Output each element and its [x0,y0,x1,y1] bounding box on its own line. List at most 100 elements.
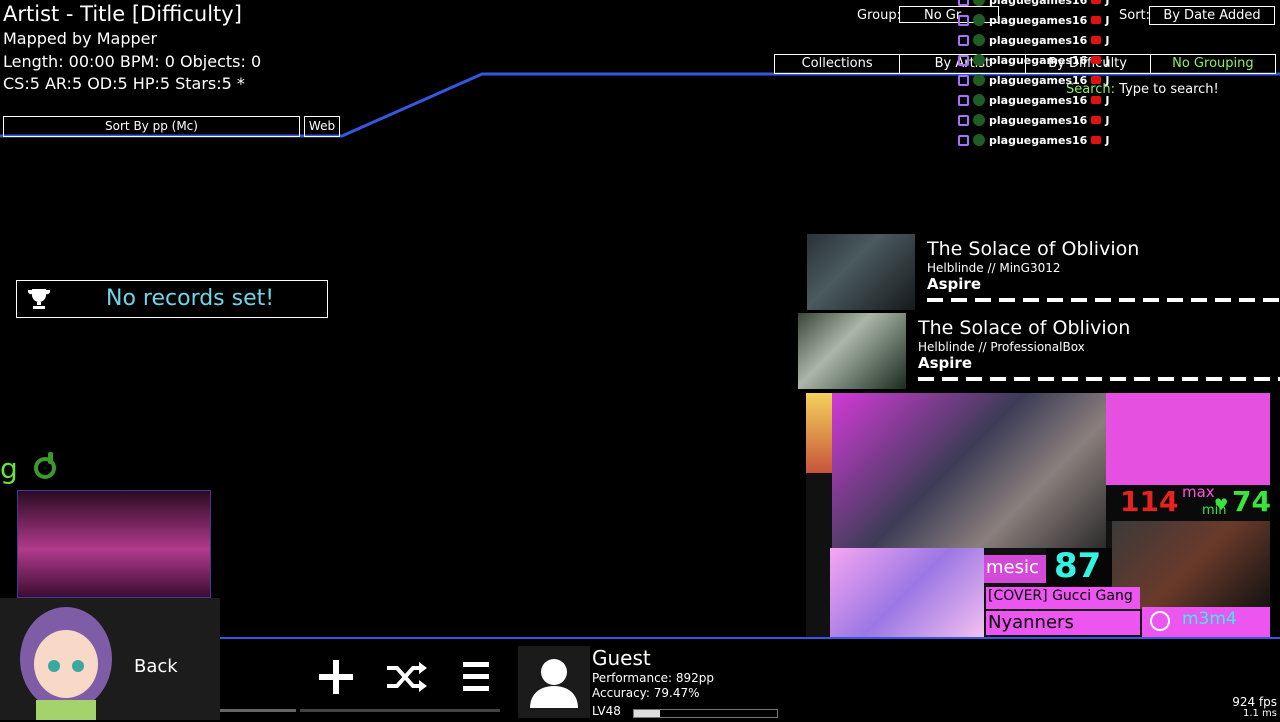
counter-box: 87 [1046,546,1112,586]
tab-collections[interactable]: Collections [775,55,901,73]
chat-row: plaguegames16 J [958,0,1118,10]
now-playing-title: [COVER] Gucci Gang [988,588,1133,604]
song-title: The Solace of Oblivion [927,238,1140,260]
trophy-icon [28,289,50,309]
sort-dropdown[interactable]: By Date Added [1149,6,1275,25]
group-label: Group: [857,8,901,23]
now-playing-title-box: [COVER] Gucci Gang [986,587,1140,609]
user-dot-icon [973,114,985,126]
chat-row: plaguegames16 J [958,30,1118,50]
user-dot-icon [973,94,985,106]
camera-icon [1091,0,1102,4]
chat-row: plaguegames16 J [958,70,1118,90]
user-dot-icon [973,54,985,66]
song-artist-mapper: Helblinde // ProfessionalBox [918,340,1085,354]
beatmap-title: Artist - Title [Difficulty] [3,2,242,26]
bpm-max-value: 114 [1120,485,1179,518]
camera-icon [1091,136,1102,144]
level-progress-bar [633,709,778,718]
camera-icon [1091,56,1102,64]
bpm-min-value: 74 [1232,485,1270,518]
song-card[interactable]: The Solace of Oblivion Helblinde // Prof… [798,313,1280,389]
twitch-icon [958,34,969,46]
shuffle-icon[interactable] [383,654,429,700]
search-placeholder: Type to search! [1119,82,1219,97]
user-dot-icon [973,34,985,46]
user-level: LV48 [592,704,621,718]
twitch-icon [958,74,969,86]
record-icon [1150,611,1170,631]
twitch-icon [958,14,969,26]
tag-text: m3m4 [1182,609,1237,629]
chat-row: plaguegames16 J [958,90,1118,110]
twitch-icon [958,0,969,6]
chat-username: plaguegames16 [989,53,1088,67]
stream-overlay: 114 max ♥ 74 min mesic 87 [COVER] Gucci … [806,393,1270,637]
user-dot-icon [973,14,985,26]
song-thumbnail [807,234,915,310]
ok-hand-icon [34,452,56,479]
beatmap-difficulty-stats: CS:5 AR:5 OD:5 HP:5 Stars:5 * [3,74,245,93]
song-thumbnail [798,313,906,389]
counter-value: 87 [1054,546,1102,586]
user-dot-icon [973,74,985,86]
fps-counter: 924 fps [1232,695,1277,709]
facecam [832,393,1106,548]
web-button[interactable]: Web [304,116,340,137]
twitch-icon [958,54,969,66]
chat-username: plaguegames16 [989,73,1088,87]
beatmap-mapper: Mapped by Mapper [3,29,158,48]
keyboard-overlay [1106,393,1270,485]
now-playing-artist-box: Nyanners [986,611,1140,635]
now-playing-artist: Nyanners [988,612,1074,633]
mascot-avatar [20,607,112,720]
bpm-min-label: min [1202,503,1227,518]
chat-row: plaguegames16 J [958,10,1118,30]
chat-row: plaguegames16 J [958,110,1118,130]
user-accuracy: Accuracy: 79.47% [592,686,700,700]
camera-icon [1091,16,1102,24]
tag-box: m3m4 [1142,607,1270,637]
song-art [830,548,984,637]
partial-text: mesic [986,557,1039,578]
sort-label: Sort: [1119,8,1151,23]
twitch-icon [958,114,969,126]
camera-icon [1091,76,1102,84]
chat-overlay: plaguegames16 J plaguegames16 J plaguegame… [958,0,1118,150]
chat-row: plaguegames16 J [958,130,1118,150]
bpm-panel: 114 max ♥ 74 min [1106,483,1270,521]
song-difficulty: Aspire [927,275,981,293]
chat-username: plaguegames16 [989,33,1088,47]
frame-time: 1.1 ms [1242,708,1277,719]
camera-icon [1091,116,1102,124]
bpm-max-label: max [1182,483,1215,501]
back-panel[interactable] [0,598,220,720]
song-divider [918,377,1280,381]
chat-username: plaguegames16 [989,133,1088,147]
beatmap-stats: Length: 00:00 BPM: 0 Objects: 0 [3,52,262,71]
song-divider [927,298,1280,302]
sort-by-pp-button[interactable]: Sort By pp (Mc) [3,116,300,137]
camera-icon [1091,36,1102,44]
song-card[interactable]: The Solace of Oblivion Helblinde // MinG… [807,234,1280,310]
user-placeholder-icon [530,659,578,708]
back-button[interactable]: Back [134,656,178,677]
chat-username: plaguegames16 [989,13,1088,27]
song-title: The Solace of Oblivion [918,317,1131,339]
user-avatar[interactable] [518,646,590,718]
twitch-icon [958,94,969,106]
user-dot-icon [973,134,985,146]
chat-username: plaguegames16 [989,93,1088,107]
partial-label: g [0,452,18,485]
keyboard-cam [17,490,211,598]
mode-indicator [220,709,296,712]
options-menu-icon[interactable] [453,654,499,700]
camera-icon [1091,96,1102,104]
plus-icon[interactable] [313,654,359,700]
song-artist-mapper: Helblinde // MinG3012 [927,261,1061,275]
tab-no-grouping[interactable]: No Grouping [1151,55,1275,73]
anime-sticker [806,393,832,473]
user-dot-icon [973,0,985,6]
user-performance: Performance: 892pp [592,671,715,685]
options-indicator [300,709,500,712]
